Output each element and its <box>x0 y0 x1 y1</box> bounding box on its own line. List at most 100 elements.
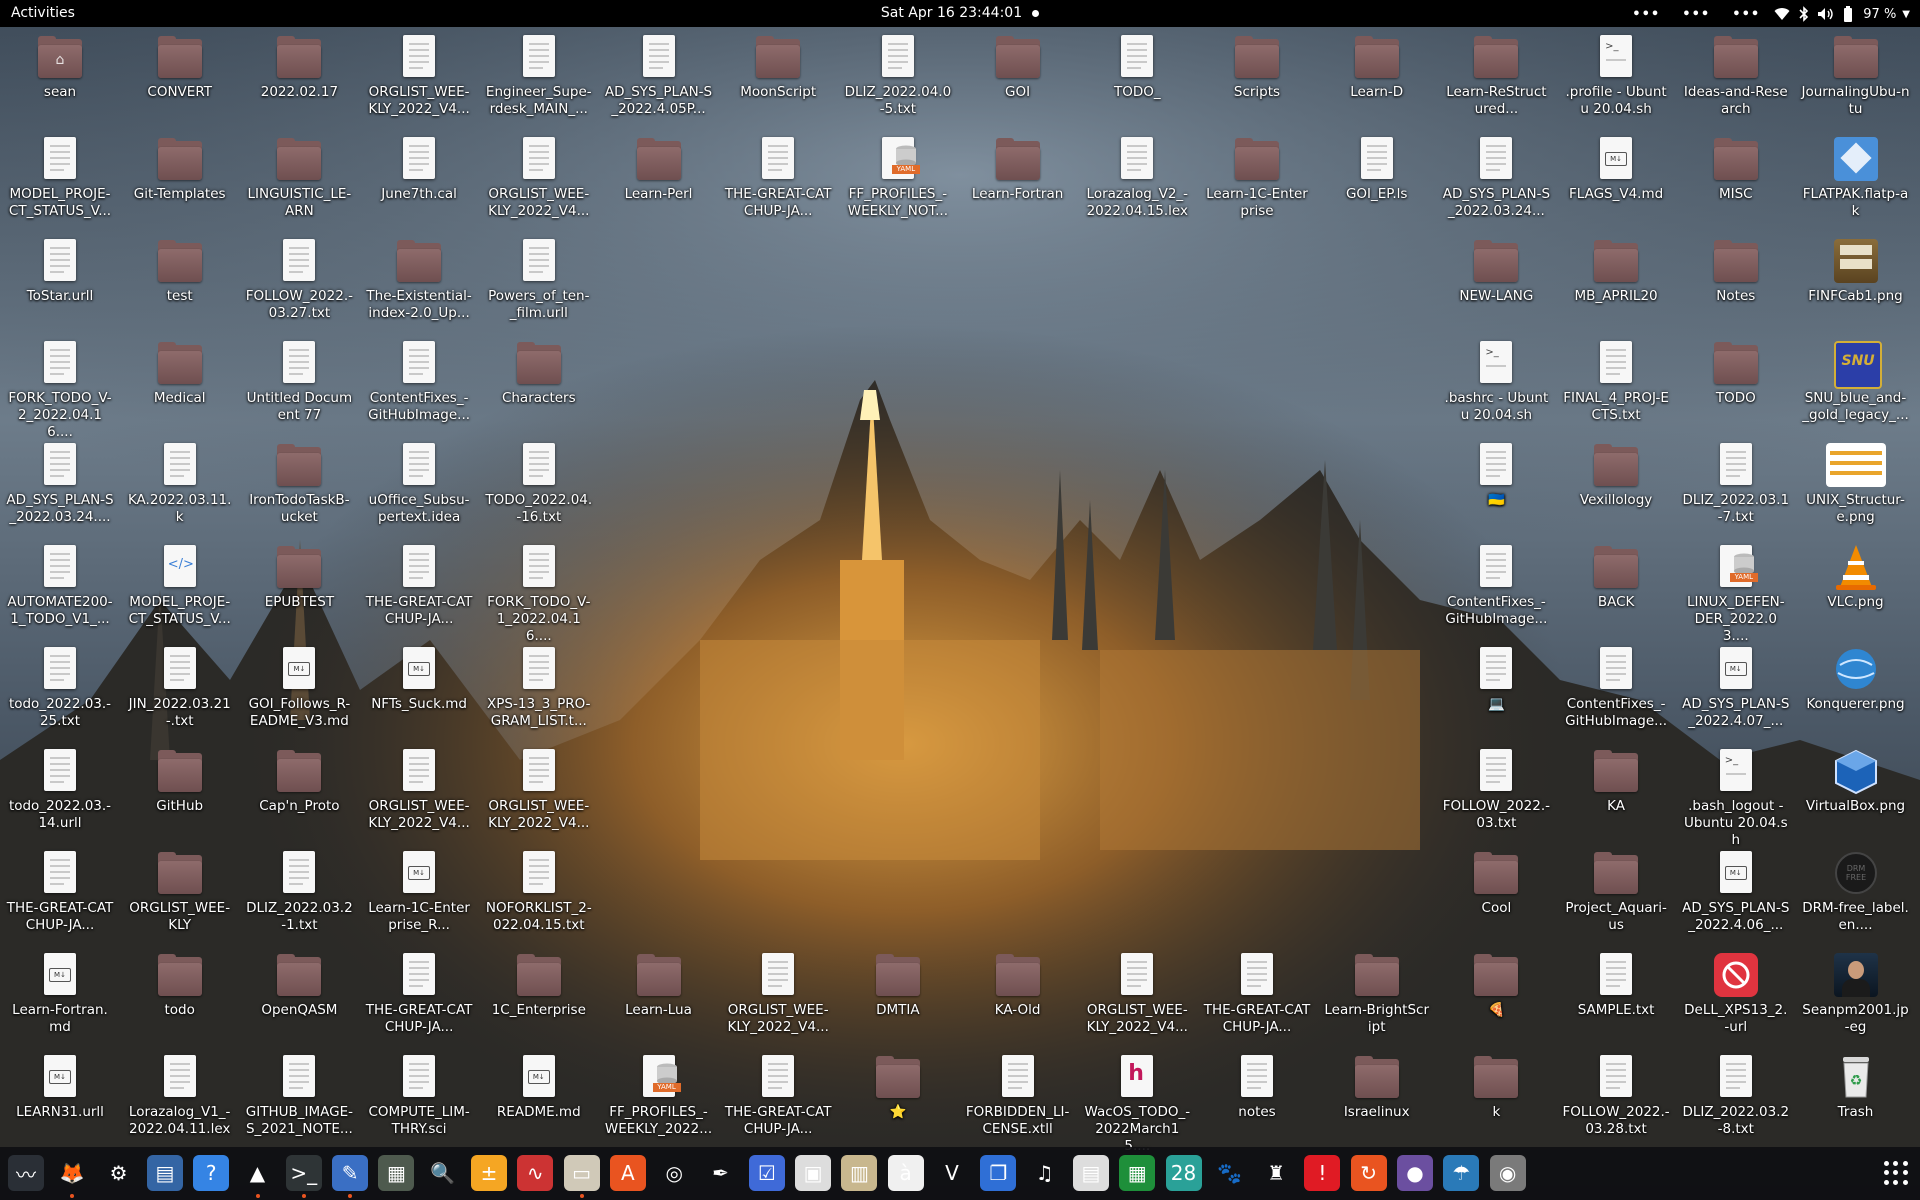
music-icon[interactable]: ♫ <box>1027 1155 1063 1191</box>
files-icon[interactable]: ▭ <box>563 1155 600 1198</box>
terminal-icon[interactable]: >_ <box>285 1155 322 1198</box>
desktop-file[interactable]: YAML LINUX_DEFEN-DER_2022.03.... <box>1680 537 1792 644</box>
desktop-file[interactable]: AD_SYS_PLAN-S_2022.03.24... <box>1440 129 1552 231</box>
battery-percentage[interactable]: 97 % <box>1863 7 1896 22</box>
desktop-file[interactable]: SNU SNU_blue_and-_gold_legacy_... <box>1800 333 1912 435</box>
desktop-file[interactable]: Seanpm2001.jp-eg <box>1800 945 1912 1047</box>
desktop-file[interactable]: </> MODEL_PROJE-CT_STATUS_V... <box>124 537 236 639</box>
calculator-icon[interactable]: ± <box>471 1155 507 1191</box>
gimp-icon[interactable]: 🐾 <box>1212 1155 1248 1191</box>
desktop-file[interactable]: AD_SYS_PLAN-S_2022.4.05P... <box>603 27 715 129</box>
desktop-file[interactable]: GITHUB_IMAGE-S_2021_NOTE... <box>243 1047 355 1149</box>
desktop-folder[interactable]: Learn-Fortran <box>962 129 1074 231</box>
desktop-folder[interactable]: 1C_Enterprise <box>483 945 595 1047</box>
desktop-file[interactable]: DLIZ_2022.03.1-7.txt <box>1680 435 1792 537</box>
desktop-folder[interactable]: Cool <box>1440 843 1552 945</box>
spreadsheet-icon[interactable]: ▦ <box>1119 1155 1156 1191</box>
desktop-file[interactable]: notes <box>1201 1047 1313 1149</box>
desktop-folder[interactable]: OpenQASM <box>243 945 355 1047</box>
desktop-file[interactable]: M↓ AD_SYS_PLAN-S_2022.4.06_... <box>1680 843 1792 945</box>
desktop-file[interactable]: TODO_ <box>1081 27 1193 129</box>
desktop-file[interactable]: M↓ GOI_Follows_R-EADME_V3.md <box>243 639 355 741</box>
desktop-file[interactable]: FOLLOW_2022.-03.27.txt <box>243 231 355 333</box>
desktop-folder[interactable]: Cap'n_Proto <box>243 741 355 843</box>
waveform-icon[interactable]: ∿ <box>517 1155 554 1191</box>
desktop-folder[interactable]: TODO <box>1680 333 1792 435</box>
update-icon[interactable]: ↻ <box>1350 1155 1387 1191</box>
desktop-folder[interactable]: Project_Aquari-us <box>1560 843 1672 945</box>
desktop-file[interactable]: Engineer_Supe-rdesk_MAIN_... <box>483 27 595 129</box>
vlc-icon[interactable]: ▲ <box>240 1155 276 1198</box>
desktop-file[interactable]: TODO_2022.04.-16.txt <box>483 435 595 537</box>
desktop-folder[interactable]: k <box>1440 1047 1552 1149</box>
desktop-folder[interactable]: Learn-1C-Enterprise <box>1201 129 1313 231</box>
weather-icon[interactable]: ☂ <box>1443 1155 1480 1191</box>
desktop-file[interactable]: >_ .profile - Ubuntu 20.04.sh <box>1560 27 1672 129</box>
desktop-file[interactable]: ORGLIST_WEE-KLY_2022_V4... <box>1081 945 1193 1047</box>
desktop-file[interactable]: ContentFixes_-GitHubImage... <box>363 333 475 435</box>
desktop-file[interactable]: FOLLOW_2022.-03.28.txt <box>1560 1047 1672 1149</box>
desktop-folder[interactable]: 2022.02.17 <box>243 27 355 129</box>
desktop-folder[interactable]: NEW-LANG <box>1440 231 1552 333</box>
desktop-file[interactable]: THE-GREAT-CATCHUP-JA... <box>4 843 116 945</box>
desktop-file[interactable]: uOffice_Subsu-pertext.idea <box>363 435 475 537</box>
document-viewer-icon[interactable]: 🔍 <box>425 1155 461 1191</box>
desktop-file[interactable]: M↓ FLAGS_V4.md <box>1560 129 1672 231</box>
desktop-file[interactable]: Powers_of_ten-_film.urll <box>483 231 595 333</box>
desktop-file[interactable]: Lorazalog_V2_-2022.04.15.lex <box>1081 129 1193 231</box>
desktop-folder[interactable]: BACK <box>1560 537 1672 639</box>
desktop-file[interactable]: >_ .bash_logout - Ubuntu 20.04.sh <box>1680 741 1792 848</box>
desktop-folder[interactable]: Learn-BrightScript <box>1321 945 1433 1047</box>
desktop-folder[interactable]: JournalingUbu-ntu <box>1800 27 1912 129</box>
desktop-folder[interactable]: test <box>124 231 236 333</box>
desktop-file[interactable]: GOI_EP.ls <box>1321 129 1433 231</box>
battery-icon[interactable] <box>1837 5 1859 23</box>
desktop-file[interactable]: ORGLIST_WEE-KLY_2022_V4... <box>722 945 834 1047</box>
todo-icon[interactable]: ☑ <box>748 1155 785 1191</box>
desktop-folder[interactable]: MISC <box>1680 129 1792 231</box>
desktop-folder[interactable]: CONVERT <box>124 27 236 129</box>
desktop-file[interactable]: Lorazalog_V1_-2022.04.11.lex <box>124 1047 236 1149</box>
desktop-folder[interactable]: Israelinux <box>1321 1047 1433 1149</box>
desktop-file[interactable]: Konquerer.png <box>1800 639 1912 741</box>
vim-icon[interactable]: V <box>934 1155 970 1191</box>
screen-recorder-icon[interactable]: ● <box>1397 1155 1433 1191</box>
desktop-file[interactable]: THE-GREAT-CATCHUP-JA... <box>722 129 834 231</box>
desktop-file[interactable]: AD_SYS_PLAN-S_2022.03.24.... <box>4 435 116 537</box>
settings-icon[interactable]: ⚙ <box>101 1155 137 1191</box>
chevron-down-icon[interactable]: ▼ <box>1902 9 1910 20</box>
desktop-file[interactable]: JIN_2022.03.21-.txt <box>124 639 236 741</box>
desktop-file[interactable]: KA.2022.03.11.k <box>124 435 236 537</box>
desktop-file[interactable]: todo_2022.03.-14.urll <box>4 741 116 843</box>
desktop-file[interactable]: VirtualBox.png <box>1800 741 1912 843</box>
desktop-folder[interactable]: ⭐ <box>842 1047 954 1149</box>
desktop-file[interactable]: June7th.cal <box>363 129 475 231</box>
archive-manager-icon[interactable]: ▥ <box>841 1155 878 1191</box>
desktop-file[interactable]: YAML FF_PROFILES_-WEEKLY_NOT... <box>842 129 954 231</box>
desktop-file[interactable]: h WacOS_TODO_-2022March15.... <box>1081 1047 1193 1154</box>
desktop-folder[interactable]: DMTIA <box>842 945 954 1047</box>
inkscape-icon[interactable]: ✒ <box>703 1155 739 1191</box>
desktop-file[interactable]: THE-GREAT-CATCHUP-JA... <box>1201 945 1313 1047</box>
desktop-file[interactable]: 💻 <box>1440 639 1552 741</box>
desktop-file[interactable]: DLIZ_2022.04.0-5.txt <box>842 27 954 129</box>
desktop-file[interactable]: M↓ LEARN31.urll <box>4 1047 116 1149</box>
help-icon[interactable]: ? <box>193 1155 230 1191</box>
desktop-file[interactable]: DLIZ_2022.03.2-8.txt <box>1680 1047 1792 1149</box>
desktop-folder[interactable]: GOI <box>962 27 1074 129</box>
text-document-viewer-icon[interactable]: ▤ <box>146 1155 183 1191</box>
desktop-file[interactable]: THE-GREAT-CATCHUP-JA... <box>363 945 475 1047</box>
desktop-folder[interactable]: Notes <box>1680 231 1792 333</box>
desktop-file[interactable]: COMPUTE_LIM-THRY.sci <box>363 1047 475 1149</box>
software-center-icon[interactable]: A <box>609 1155 646 1191</box>
show-applications-icon[interactable] <box>1884 1161 1908 1185</box>
desktop-file[interactable]: XPS-13_3_PRO-GRAM_LIST.t... <box>483 639 595 741</box>
desktop-file[interactable]: ORGLIST_WEE-KLY_2022_V4... <box>363 741 475 843</box>
screenshot-icon[interactable]: ▣ <box>795 1155 832 1191</box>
desktop-file[interactable]: UNIX_Structur-e.png <box>1800 435 1912 537</box>
desktop-file[interactable]: ORGLIST_WEE-KLY_2022_V4... <box>483 129 595 231</box>
desktop-folder[interactable]: The-Existential-index-2.0_Up... <box>363 231 475 333</box>
desktop-folder[interactable]: IronTodoTaskB-ucket <box>243 435 355 537</box>
wifi-icon[interactable] <box>1771 5 1793 23</box>
desktop-file[interactable]: M↓ AD_SYS_PLAN-S_2022.4.07_... <box>1680 639 1792 741</box>
